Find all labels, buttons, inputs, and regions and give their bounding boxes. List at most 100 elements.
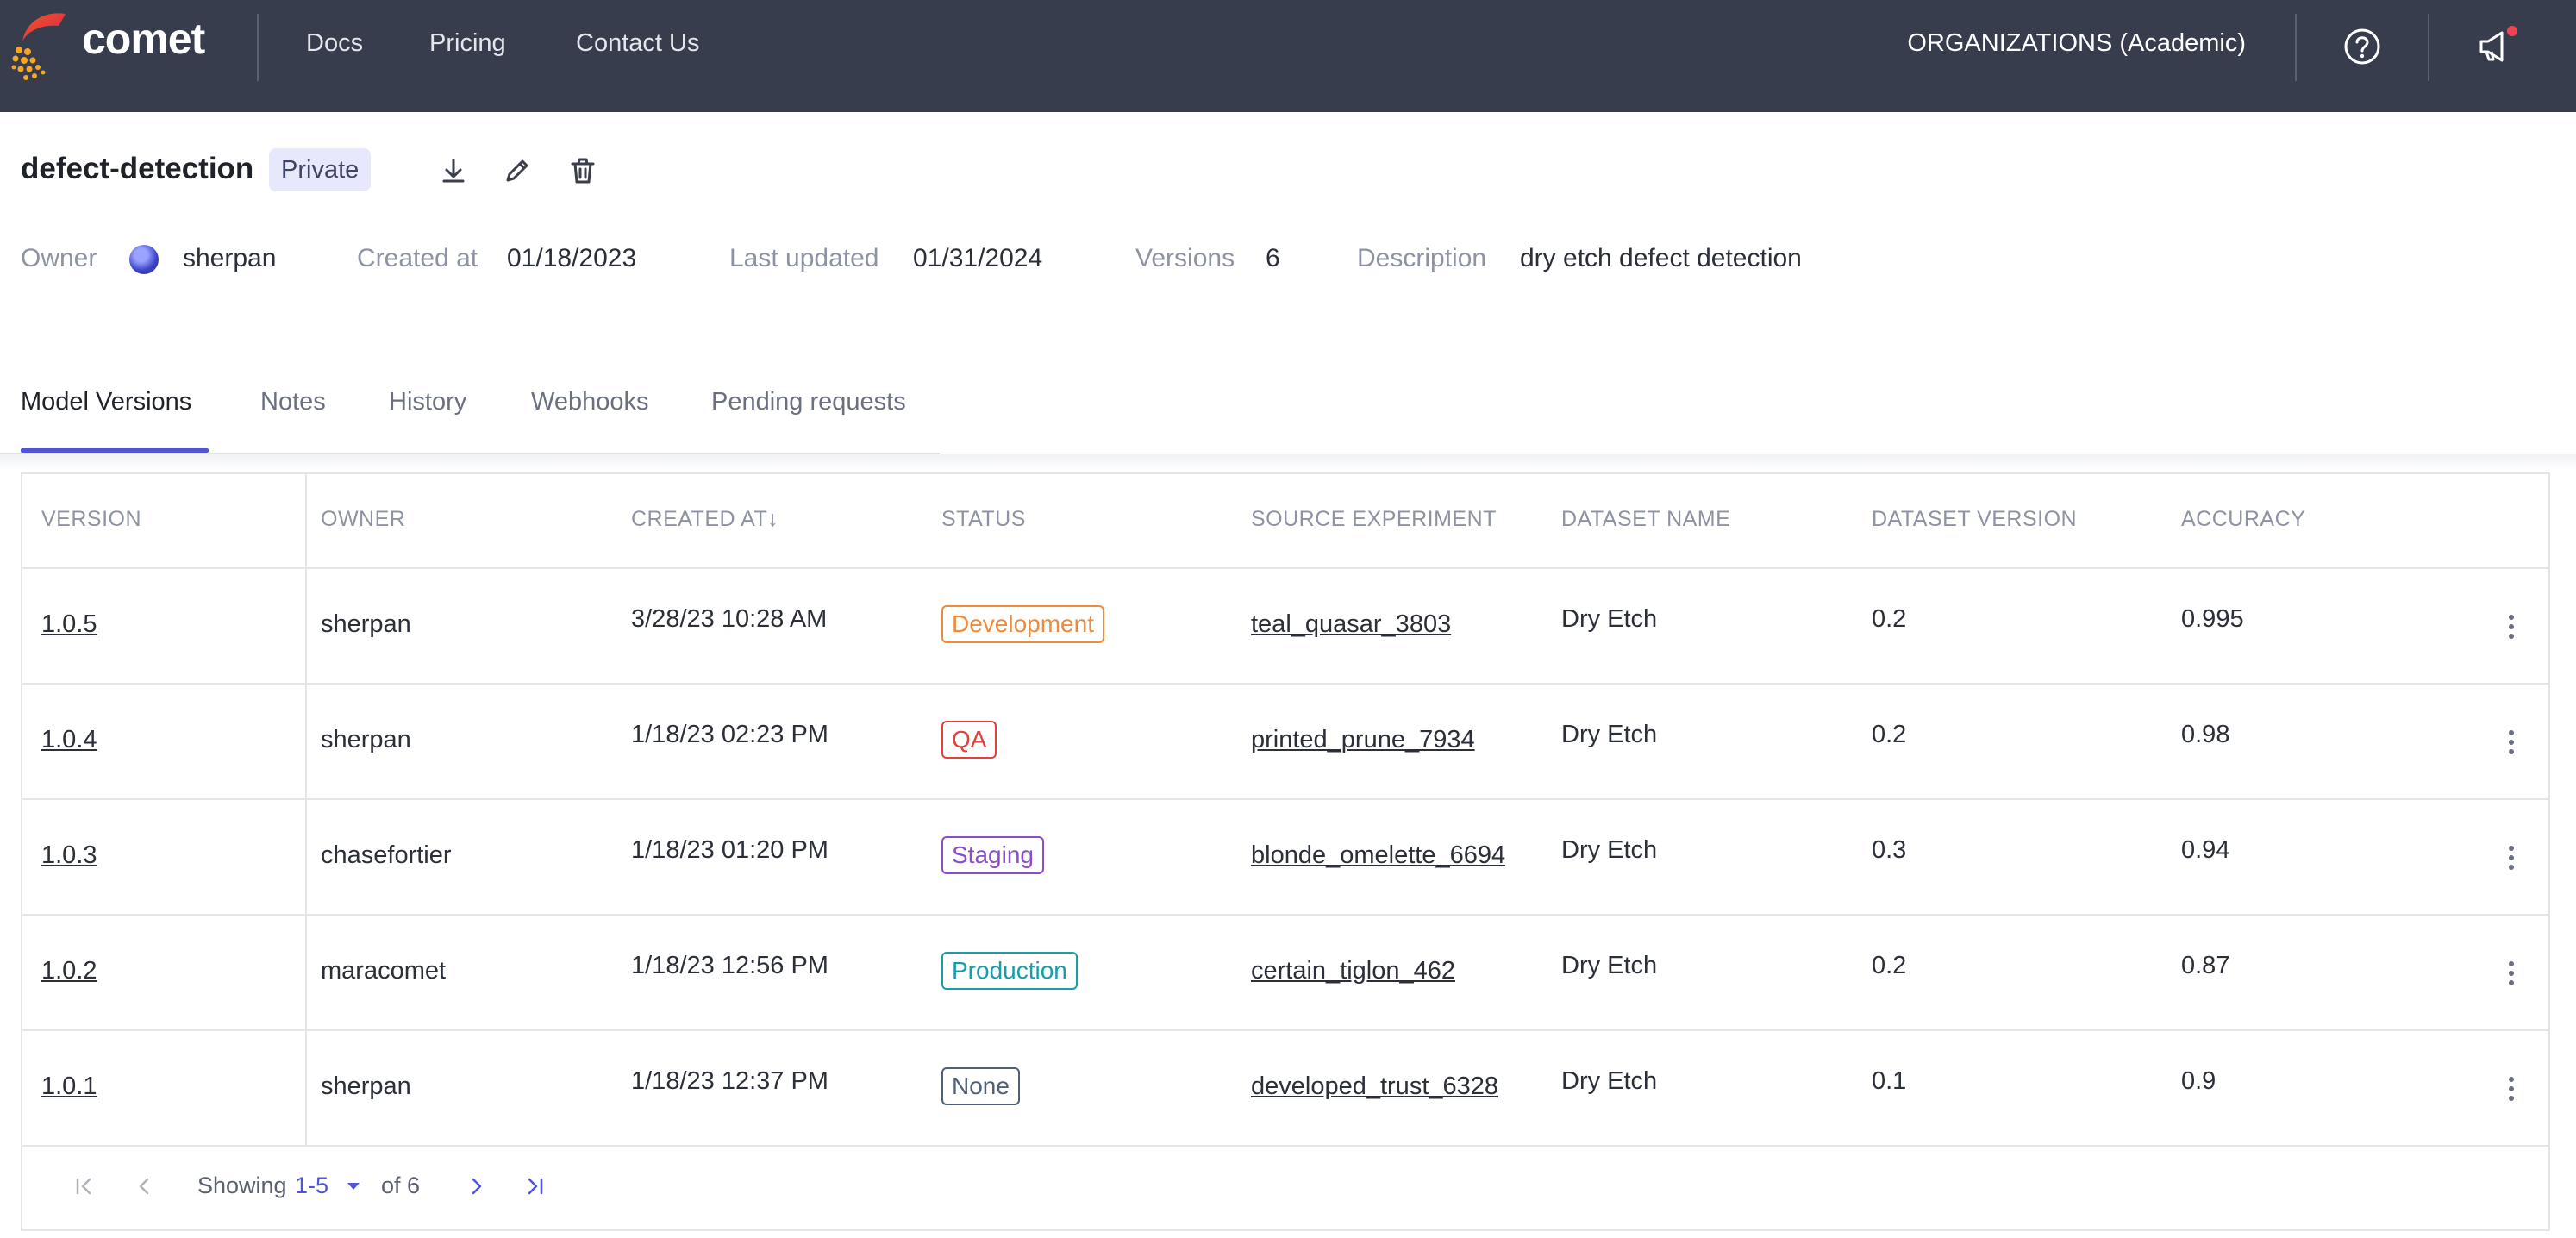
edit-icon[interactable] — [500, 153, 535, 188]
row-menu-icon[interactable] — [2506, 728, 2517, 762]
row-divider — [22, 1145, 2548, 1147]
experiment-link[interactable]: blonde_omelette_6694 — [1251, 841, 1505, 870]
delete-icon[interactable] — [566, 153, 600, 188]
previous-page-icon[interactable] — [129, 1171, 160, 1202]
versions-label: Versions — [1135, 244, 1235, 272]
column-header-accuracy[interactable]: ACCURACY — [2181, 507, 2305, 532]
status-badge[interactable]: None — [941, 1067, 1020, 1105]
status-badge[interactable]: Production — [941, 952, 1078, 990]
model-versions-table: VERSION OWNER CREATED AT↓ STATUS SOURCE … — [21, 472, 2550, 1231]
created-cell: 1/18/23 12:37 PM — [631, 1067, 828, 1095]
row-divider — [22, 567, 2548, 569]
organization-switcher[interactable]: ORGANIZATIONS (Academic) — [1907, 29, 2246, 58]
column-header-version[interactable]: VERSION — [41, 507, 141, 532]
row-menu-icon[interactable] — [2506, 843, 2517, 878]
pagination-showing-label: Showing — [197, 1172, 287, 1198]
tab-webhooks[interactable]: Webhooks — [531, 388, 649, 416]
experiment-link[interactable]: printed_prune_7934 — [1251, 726, 1475, 754]
brand-name[interactable]: comet — [82, 14, 205, 64]
first-page-icon[interactable] — [69, 1171, 100, 1202]
owner-label: Owner — [21, 244, 97, 272]
column-header-created-at-label: CREATED AT — [631, 507, 768, 531]
dataset-version-cell: 0.2 — [1872, 605, 1907, 633]
updated-value: 01/31/2024 — [913, 244, 1043, 272]
pagination-range-value: 1-5 — [295, 1172, 329, 1198]
dataset-version-cell: 0.2 — [1872, 721, 1907, 748]
owner-cell: sherpan — [321, 610, 411, 638]
version-link[interactable]: 1.0.4 — [41, 726, 97, 754]
created-cell: 1/18/23 12:56 PM — [631, 952, 828, 979]
pagination-total: of 6 — [381, 1172, 421, 1198]
row-divider — [22, 798, 2548, 800]
visibility-badge: Private — [269, 148, 372, 191]
version-link[interactable]: 1.0.5 — [41, 610, 97, 639]
last-page-icon[interactable] — [519, 1171, 550, 1202]
row-menu-icon[interactable] — [2506, 959, 2517, 993]
created-value: 01/18/2023 — [507, 244, 637, 272]
dataset-cell: Dry Etch — [1561, 721, 1658, 748]
status-badge[interactable]: Staging — [941, 836, 1044, 874]
status-badge[interactable]: Development — [941, 605, 1104, 643]
dataset-cell: Dry Etch — [1561, 952, 1658, 979]
next-page-icon[interactable] — [460, 1171, 491, 1202]
version-link[interactable]: 1.0.1 — [41, 1072, 97, 1101]
tab-model-versions[interactable]: Model Versions — [21, 388, 191, 416]
column-header-created-at[interactable]: CREATED AT↓ — [631, 507, 778, 532]
description-value: dry etch defect detection — [1520, 244, 1802, 272]
section-shadow — [0, 454, 2576, 472]
column-divider — [305, 474, 307, 1147]
page-title: defect-detection — [21, 152, 254, 185]
owner-cell: maracomet — [321, 957, 447, 985]
accuracy-cell: 0.94 — [2181, 836, 2230, 864]
nav-divider — [2295, 14, 2297, 81]
experiment-link[interactable]: teal_quasar_3803 — [1251, 610, 1451, 639]
accuracy-cell: 0.9 — [2181, 1067, 2216, 1095]
row-divider — [22, 1029, 2548, 1031]
nav-divider — [2428, 14, 2429, 81]
row-menu-icon[interactable] — [2506, 612, 2517, 647]
nav-link-contact[interactable]: Contact Us — [576, 29, 699, 58]
accuracy-cell: 0.995 — [2181, 605, 2244, 633]
help-icon[interactable] — [2340, 24, 2385, 69]
owner-cell: chasefortier — [321, 841, 452, 869]
nav-divider — [257, 14, 259, 81]
notification-dot — [2507, 26, 2517, 36]
dataset-version-cell: 0.3 — [1872, 836, 1907, 864]
created-cell: 1/18/23 02:23 PM — [631, 721, 828, 748]
row-menu-icon[interactable] — [2506, 1074, 2517, 1109]
chevron-down-icon — [347, 1183, 360, 1190]
created-cell: 3/28/23 10:28 AM — [631, 605, 828, 633]
dataset-cell: Dry Etch — [1561, 605, 1658, 633]
column-header-status[interactable]: STATUS — [941, 507, 1026, 532]
version-link[interactable]: 1.0.2 — [41, 957, 97, 985]
download-icon[interactable] — [436, 153, 471, 188]
comet-logo-icon[interactable] — [9, 7, 69, 86]
created-cell: 1/18/23 01:20 PM — [631, 836, 828, 864]
created-label: Created at — [357, 244, 478, 272]
top-navigation-bar: comet Docs Pricing Contact Us ORGANIZATI… — [0, 0, 2576, 112]
description-label: Description — [1357, 244, 1487, 272]
column-header-source-experiment[interactable]: SOURCE EXPERIMENT — [1251, 507, 1497, 532]
tab-notes[interactable]: Notes — [260, 388, 326, 416]
nav-link-pricing[interactable]: Pricing — [429, 29, 506, 58]
dataset-cell: Dry Etch — [1561, 1067, 1658, 1095]
active-tab-indicator — [21, 448, 209, 453]
column-header-owner[interactable]: OWNER — [321, 507, 405, 532]
status-badge[interactable]: QA — [941, 721, 997, 759]
row-divider — [22, 683, 2548, 685]
column-header-dataset-version[interactable]: DATASET VERSION — [1872, 507, 2077, 532]
owner-cell: sherpan — [321, 726, 411, 753]
experiment-link[interactable]: certain_tiglon_462 — [1251, 957, 1455, 985]
accuracy-cell: 0.87 — [2181, 952, 2230, 979]
nav-link-docs[interactable]: Docs — [306, 29, 363, 58]
tab-history[interactable]: History — [389, 388, 466, 416]
version-link[interactable]: 1.0.3 — [41, 841, 97, 870]
owner-value: sherpan — [183, 244, 277, 272]
dataset-cell: Dry Etch — [1561, 836, 1658, 864]
tab-pending-requests[interactable]: Pending requests — [711, 388, 906, 416]
column-header-dataset-name[interactable]: DATASET NAME — [1561, 507, 1730, 532]
versions-value: 6 — [1266, 244, 1280, 272]
experiment-link[interactable]: developed_trust_6328 — [1251, 1072, 1498, 1101]
pagination-range-select[interactable]: 1-5 — [295, 1172, 360, 1199]
accuracy-cell: 0.98 — [2181, 721, 2230, 748]
